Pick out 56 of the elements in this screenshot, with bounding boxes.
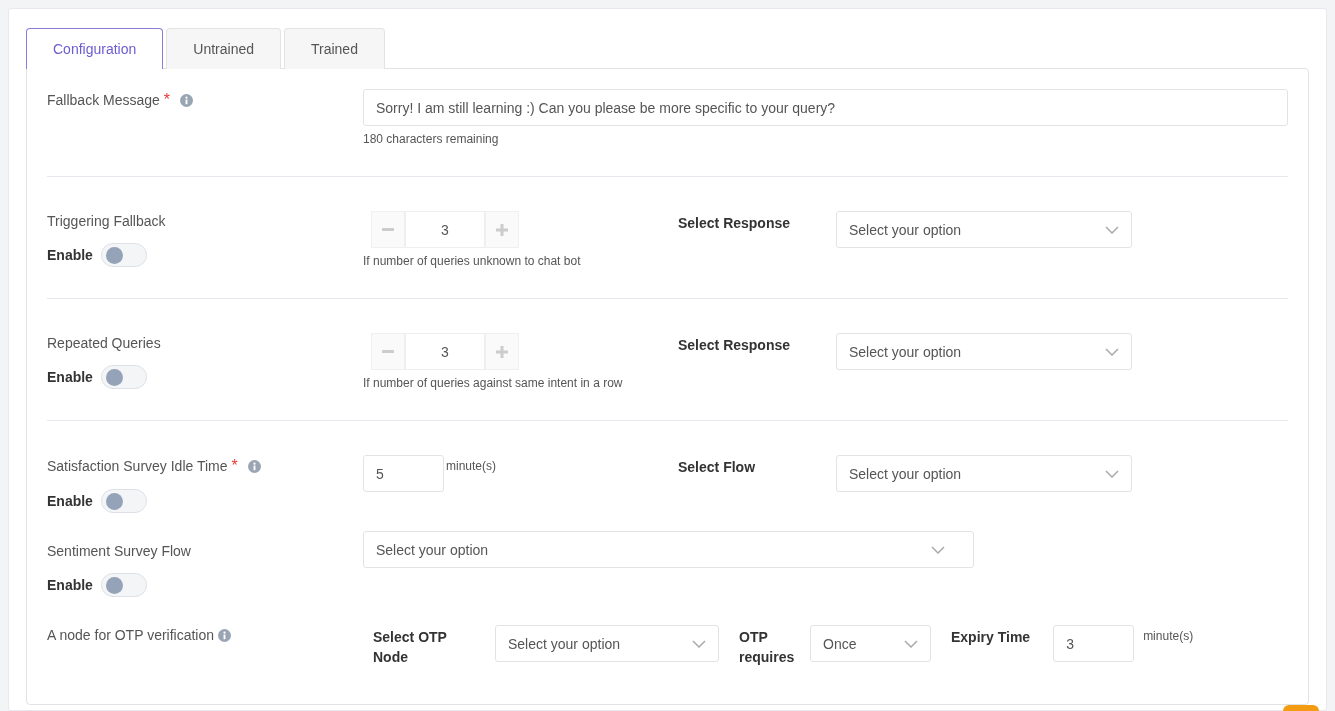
floating-button[interactable]	[1283, 705, 1319, 711]
field-label: Repeated Queries	[47, 335, 161, 351]
plus-icon	[496, 223, 508, 236]
field-label: Fallback Message	[47, 92, 160, 108]
select-dropdown[interactable]: Select your option	[495, 625, 719, 662]
field-label: Satisfaction Survey Idle Time	[47, 458, 228, 474]
increment-button[interactable]	[485, 211, 519, 248]
chevron-down-icon	[1105, 347, 1119, 356]
enable-label: Enable	[47, 369, 93, 385]
enable-label: Enable	[47, 493, 93, 509]
enable-label: Enable	[47, 247, 93, 263]
field-label: Select Flow	[678, 458, 757, 477]
field-label: Triggering Fallback	[47, 213, 166, 229]
select-dropdown[interactable]: Select your option	[836, 211, 1132, 248]
tab[interactable]: Untrained	[166, 28, 281, 69]
field-label: Select Response	[678, 214, 792, 233]
chevron-down-icon	[692, 639, 706, 648]
minus-icon	[382, 228, 394, 231]
chevron-down-icon	[1105, 225, 1119, 234]
toggle-switch[interactable]	[100, 243, 147, 267]
number-field[interactable]: 5	[363, 455, 444, 492]
select-dropdown[interactable]: Select your option	[363, 531, 974, 568]
select-dropdown[interactable]: Once	[810, 625, 931, 662]
decrement-button[interactable]	[371, 211, 405, 248]
number-field[interactable]: 3	[405, 333, 485, 370]
field-label: Sentiment Survey Flow	[47, 543, 191, 559]
unit-label: minute(s)	[446, 459, 496, 473]
field-label: Select OTP Node	[373, 628, 448, 667]
helper-text: If number of queries against same intent in a row	[363, 376, 624, 390]
increment-button[interactable]	[485, 333, 519, 370]
helper-text: 180 characters remaining	[363, 132, 500, 146]
enable-label: Enable	[47, 577, 93, 593]
field-label: Expiry Time	[951, 628, 1031, 647]
required-mark: *	[231, 457, 238, 475]
select-dropdown[interactable]: Select your option	[836, 455, 1132, 492]
tab[interactable]: Configuration	[26, 28, 164, 69]
select-dropdown[interactable]: Select your option	[836, 333, 1132, 370]
chevron-down-icon	[904, 639, 918, 648]
field-label: A node for OTP verification	[47, 627, 215, 643]
helper-text: If number of queries unknown to chat bot	[363, 254, 582, 268]
minus-icon	[382, 350, 394, 353]
toggle-switch[interactable]	[100, 365, 147, 389]
field-label: OTP requires	[739, 628, 796, 667]
decrement-button[interactable]	[371, 333, 405, 370]
toggle-switch[interactable]	[100, 573, 147, 597]
chevron-down-icon	[931, 545, 945, 554]
toggle-switch[interactable]	[100, 489, 147, 513]
unit-label: minute(s)	[1143, 629, 1194, 643]
tab[interactable]: Trained	[284, 28, 385, 69]
plus-icon	[496, 345, 508, 358]
required-mark: *	[163, 91, 171, 109]
field-label: Select Response	[678, 336, 792, 355]
number-field[interactable]: 3	[1053, 625, 1135, 662]
message-field[interactable]: Sorry! I am still learning :) Can you please be more specific to your query?	[363, 89, 1288, 126]
number-field[interactable]: 3	[405, 211, 485, 248]
chevron-down-icon	[1105, 469, 1119, 478]
